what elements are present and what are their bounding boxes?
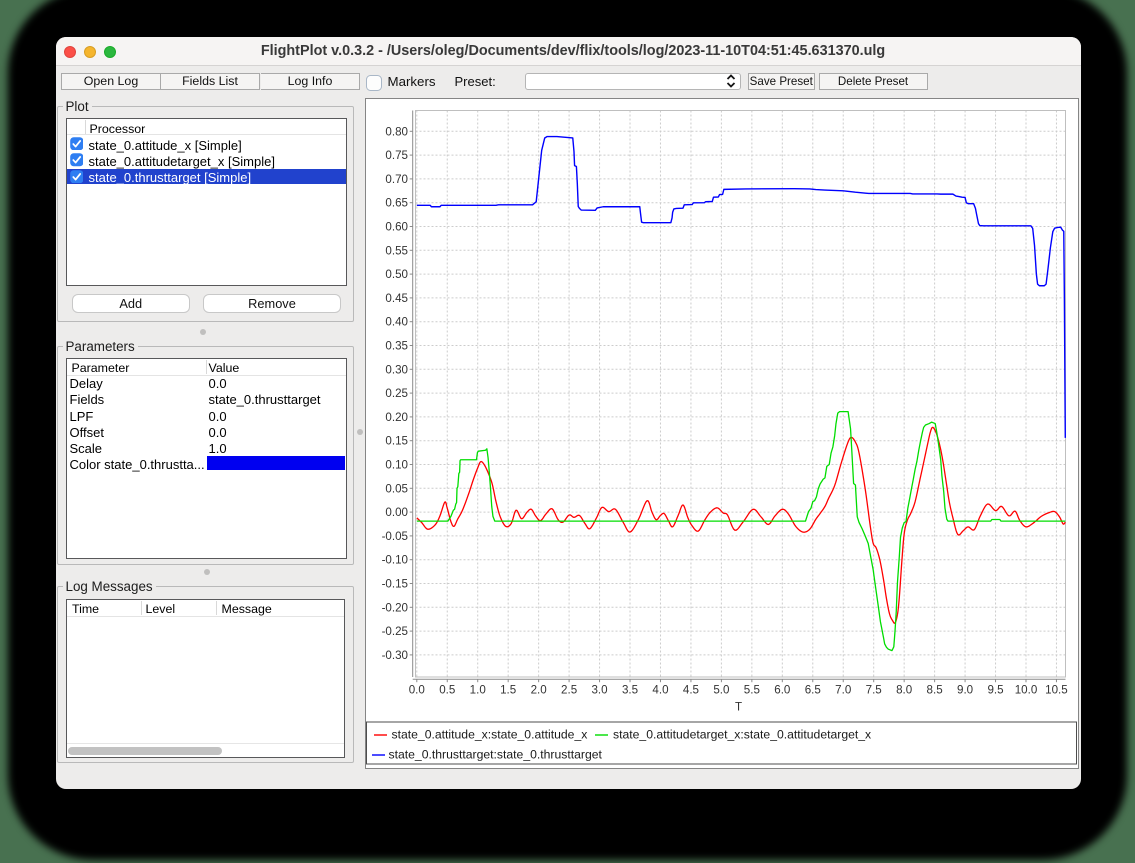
svg-text:0.10: 0.10 bbox=[385, 458, 408, 471]
svg-text:8.0: 8.0 bbox=[896, 683, 912, 696]
svg-text:0.00: 0.00 bbox=[385, 506, 408, 519]
svg-text:0.80: 0.80 bbox=[385, 125, 408, 138]
svg-text:2.0: 2.0 bbox=[530, 683, 546, 696]
svg-text:0.35: 0.35 bbox=[385, 339, 408, 352]
svg-text:10.5: 10.5 bbox=[1045, 683, 1068, 696]
svg-text:6.0: 6.0 bbox=[774, 683, 790, 696]
svg-text:0.25: 0.25 bbox=[385, 387, 408, 400]
svg-text:0.45: 0.45 bbox=[385, 291, 408, 304]
svg-text:0.5: 0.5 bbox=[439, 683, 455, 696]
svg-text:0.20: 0.20 bbox=[385, 410, 408, 423]
svg-text:5.0: 5.0 bbox=[713, 683, 729, 696]
svg-text:state_0.attitude_x:state_0.att: state_0.attitude_x:state_0.attitude_x bbox=[391, 727, 587, 741]
svg-text:0.30: 0.30 bbox=[385, 363, 408, 376]
svg-text:7.5: 7.5 bbox=[865, 683, 881, 696]
svg-text:1.5: 1.5 bbox=[500, 683, 516, 696]
svg-text:10.0: 10.0 bbox=[1014, 683, 1037, 696]
svg-text:6.5: 6.5 bbox=[804, 683, 820, 696]
svg-text:-0.15: -0.15 bbox=[381, 577, 407, 590]
svg-text:7.0: 7.0 bbox=[835, 683, 851, 696]
svg-text:8.5: 8.5 bbox=[926, 683, 942, 696]
svg-text:0.05: 0.05 bbox=[385, 482, 408, 495]
svg-text:1.0: 1.0 bbox=[469, 683, 485, 696]
svg-text:0.75: 0.75 bbox=[385, 149, 408, 162]
svg-text:-0.20: -0.20 bbox=[381, 601, 407, 614]
svg-text:3.5: 3.5 bbox=[621, 683, 637, 696]
svg-text:state_0.attitudetarget_x:state: state_0.attitudetarget_x:state_0.attitud… bbox=[613, 727, 871, 741]
svg-text:4.5: 4.5 bbox=[682, 683, 698, 696]
svg-text:0.50: 0.50 bbox=[385, 268, 408, 281]
svg-text:-0.05: -0.05 bbox=[381, 529, 407, 542]
svg-text:-0.25: -0.25 bbox=[381, 625, 407, 638]
svg-text:state_0.thrusttarget:state_0.t: state_0.thrusttarget:state_0.thrusttarge… bbox=[388, 747, 602, 761]
svg-text:9.0: 9.0 bbox=[957, 683, 973, 696]
svg-text:0.70: 0.70 bbox=[385, 172, 408, 185]
svg-text:0.0: 0.0 bbox=[408, 683, 424, 696]
svg-text:9.5: 9.5 bbox=[987, 683, 1003, 696]
svg-text:5.5: 5.5 bbox=[743, 683, 759, 696]
svg-text:0.60: 0.60 bbox=[385, 220, 408, 233]
svg-text:0.40: 0.40 bbox=[385, 315, 408, 328]
svg-text:0.65: 0.65 bbox=[385, 196, 408, 209]
svg-text:2.5: 2.5 bbox=[561, 683, 577, 696]
svg-text:0.55: 0.55 bbox=[385, 244, 408, 257]
svg-text:-0.30: -0.30 bbox=[381, 648, 407, 661]
svg-text:T: T bbox=[734, 700, 741, 713]
svg-text:0.15: 0.15 bbox=[385, 434, 408, 447]
svg-text:4.0: 4.0 bbox=[652, 683, 668, 696]
svg-text:3.0: 3.0 bbox=[591, 683, 607, 696]
svg-text:-0.10: -0.10 bbox=[381, 553, 407, 566]
